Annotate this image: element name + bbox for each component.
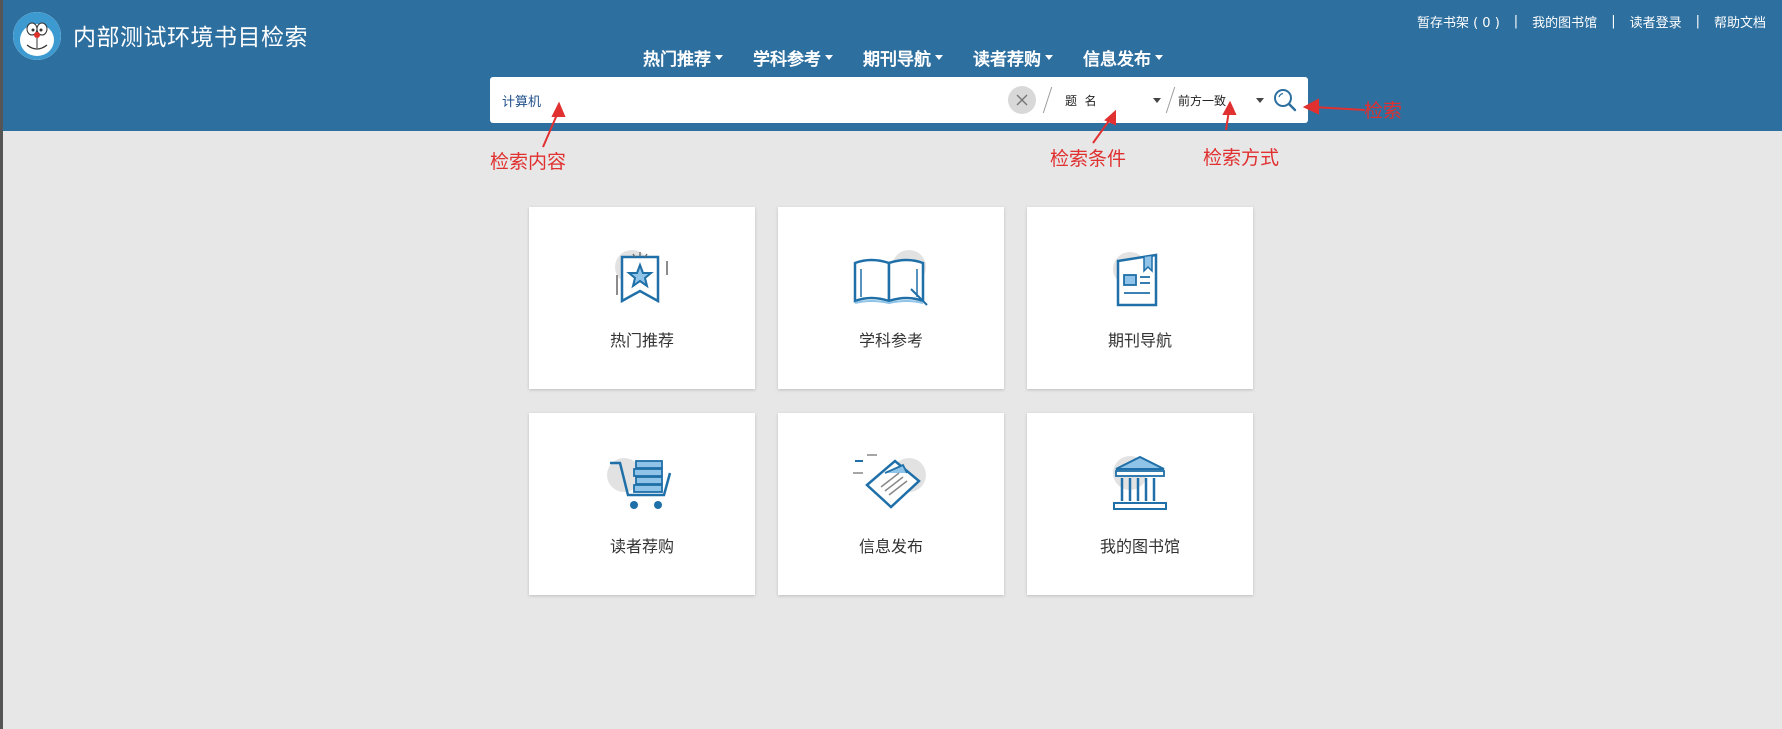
cart-books-icon	[607, 458, 672, 509]
annotation-search-condition: 检索条件	[1050, 148, 1127, 170]
nav-reader-recommend[interactable]: 读者荐购	[973, 45, 1053, 70]
separator: |	[1695, 14, 1700, 29]
annotation-search-content: 检索内容	[490, 151, 567, 173]
card-label: 信息发布	[858, 537, 923, 556]
caret-down-icon	[1045, 55, 1053, 60]
main-nav: 热门推荐 学科参考 期刊导航 读者荐购 信息发布	[643, 45, 1163, 70]
nav-label: 热门推荐	[643, 50, 711, 70]
nav-label: 信息发布	[1083, 50, 1151, 70]
card-journal-guide[interactable]: 期刊导航	[1027, 207, 1253, 389]
caret-down-icon	[1155, 55, 1163, 60]
card-hot-recommend[interactable]: 热门推荐	[529, 207, 755, 389]
card-label: 学科参考	[858, 331, 923, 350]
nav-hot-recommend[interactable]: 热门推荐	[643, 45, 723, 70]
card-subject-reference[interactable]: 学科参考	[778, 207, 1004, 389]
doraemon-logo-icon	[13, 12, 61, 60]
search-mode-select[interactable]: 前方一致	[1178, 88, 1268, 112]
caret-down-icon	[715, 55, 723, 60]
close-icon	[1016, 94, 1028, 106]
app-title: 内部测试环境书目检索	[73, 25, 308, 51]
card-label: 读者荐购	[609, 537, 674, 556]
search-input[interactable]	[498, 85, 986, 115]
search-field-value: 题 名	[1065, 93, 1097, 108]
search-bar: 题 名 前方一致	[490, 77, 1308, 123]
my-library-link[interactable]: 我的图书馆	[1532, 12, 1597, 31]
caret-down-icon	[825, 55, 833, 60]
search-icon	[1274, 89, 1297, 112]
nav-journal-guide[interactable]: 期刊导航	[863, 45, 943, 70]
open-book-icon	[853, 250, 928, 306]
library-building-icon	[1113, 455, 1167, 510]
temp-shelf-link[interactable]: 暂存书架 ( 0 )	[1417, 12, 1500, 31]
search-field-select[interactable]: 题 名	[1065, 88, 1170, 112]
card-info-publish[interactable]: 信息发布	[778, 413, 1004, 595]
chevron-down-icon	[1256, 98, 1264, 103]
publish-document-icon	[853, 454, 926, 509]
card-reader-recommend[interactable]: 读者荐购	[529, 413, 755, 595]
search-button[interactable]	[1271, 86, 1299, 114]
separator: |	[1513, 14, 1519, 29]
annotation-search: 检索	[1364, 100, 1403, 122]
logo[interactable]	[13, 12, 61, 60]
nav-label: 期刊导航	[863, 50, 931, 70]
card-label: 期刊导航	[1107, 331, 1172, 350]
clear-button[interactable]	[1008, 86, 1036, 114]
help-docs-link[interactable]: 帮助文档	[1714, 12, 1766, 31]
nav-label: 学科参考	[753, 50, 821, 70]
card-label: 热门推荐	[609, 331, 674, 350]
header: 内部测试环境书目检索 暂存书架 ( 0 ) | 我的图书馆 | 读者登录 | 帮…	[3, 0, 1782, 131]
top-links: 暂存书架 ( 0 ) | 我的图书馆 | 读者登录 | 帮助文档	[1417, 12, 1766, 31]
search-mode-value: 前方一致	[1178, 93, 1227, 108]
separator: |	[1611, 14, 1616, 29]
nav-subject-reference[interactable]: 学科参考	[753, 45, 833, 70]
divider	[1042, 87, 1053, 113]
chevron-down-icon	[1153, 98, 1161, 103]
caret-down-icon	[935, 55, 943, 60]
annotation-search-method: 检索方式	[1203, 147, 1280, 169]
reader-login-link[interactable]: 读者登录	[1630, 12, 1682, 31]
card-label: 我的图书馆	[1099, 537, 1180, 556]
nav-label: 读者荐购	[973, 50, 1041, 70]
card-my-library[interactable]: 我的图书馆	[1027, 413, 1253, 595]
nav-info-publish[interactable]: 信息发布	[1083, 45, 1163, 70]
bookmark-star-icon	[615, 250, 668, 304]
journal-icon	[1113, 252, 1158, 307]
